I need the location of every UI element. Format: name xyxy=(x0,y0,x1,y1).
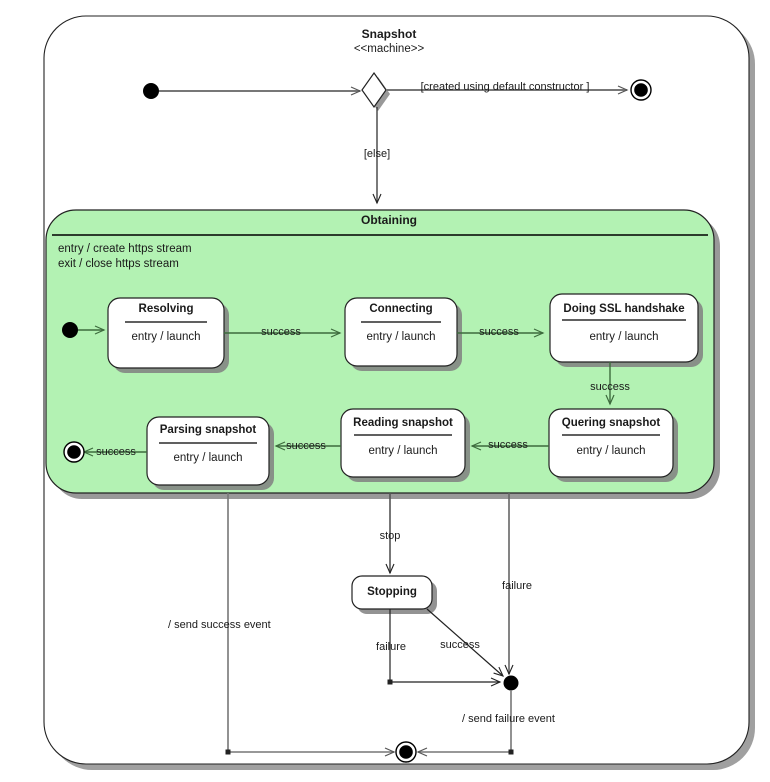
edge-label-send-success-event: / send success event xyxy=(168,619,271,631)
composite-entry-action: entry / create https stream xyxy=(58,243,192,255)
edge-label-failure-obtaining: failure xyxy=(502,580,532,592)
state-ssl-body: entry / launch xyxy=(589,331,659,343)
failure-path-corner xyxy=(508,749,514,755)
diagram-canvas xyxy=(43,15,755,770)
state-parsing-body: entry / launch xyxy=(173,452,243,464)
edge-label-send-failure-event: / send failure event xyxy=(462,713,555,725)
edge-label-success-stopping: success xyxy=(440,639,480,651)
state-connecting-body: entry / launch xyxy=(366,331,436,343)
edge-label-else: [else] xyxy=(363,148,391,160)
state-reading-name: Reading snapshot xyxy=(353,417,453,429)
state-parsing-name: Parsing snapshot xyxy=(159,424,257,436)
state-stopping-name: Stopping xyxy=(367,586,417,598)
edge-label-success-reading-parsing: success xyxy=(286,440,326,452)
composite-exit-action: exit / close https stream xyxy=(58,258,179,270)
obtaining-final-state xyxy=(63,441,85,463)
obtaining-initial-state xyxy=(62,322,78,338)
edge-label-stop: stop xyxy=(379,530,401,542)
edge-label-success-quering-reading: success xyxy=(488,439,528,451)
state-reading-body: entry / launch xyxy=(368,445,438,457)
success-path-corner xyxy=(225,749,231,755)
machine-initial-state xyxy=(143,83,159,99)
edge-label-failure-stopping: failure xyxy=(376,641,406,653)
state-resolving-body: entry / launch xyxy=(131,331,201,343)
machine-final-state xyxy=(395,741,417,763)
state-connecting-name: Connecting xyxy=(369,303,433,315)
machine-final-state-topright xyxy=(630,79,652,101)
machine-stereotype: <<machine>> xyxy=(353,43,425,55)
junction-dot xyxy=(503,675,519,691)
composite-state-title: Obtaining xyxy=(361,213,417,227)
edge-label-success-ssl-quering: success xyxy=(590,381,630,393)
state-quering-name: Quering snapshot xyxy=(561,417,661,429)
edge-label-created-default-constructor: [created using default constructor ] xyxy=(420,81,590,93)
edge-label-success-resolving-connecting: success xyxy=(261,326,301,338)
machine-final-core xyxy=(399,745,413,759)
stopping-failure-corner xyxy=(387,679,393,685)
edge-label-success-connecting-ssl: success xyxy=(479,326,519,338)
machine-title: Snapshot xyxy=(361,27,417,41)
state-quering-body: entry / launch xyxy=(576,445,646,457)
region-initial-dot xyxy=(62,322,78,338)
edge-label-success-parsing-final: success xyxy=(96,446,136,458)
region-final-core xyxy=(67,445,81,459)
state-machine-diagram: Snapshot <<machine>> [created using defa… xyxy=(0,0,770,782)
junction-pseudostate xyxy=(503,675,519,691)
state-resolving-name: Resolving xyxy=(138,303,194,315)
initial-state-dot xyxy=(143,83,159,99)
state-ssl-name: Doing SSL handshake xyxy=(563,303,685,315)
final-state-core xyxy=(634,83,648,97)
